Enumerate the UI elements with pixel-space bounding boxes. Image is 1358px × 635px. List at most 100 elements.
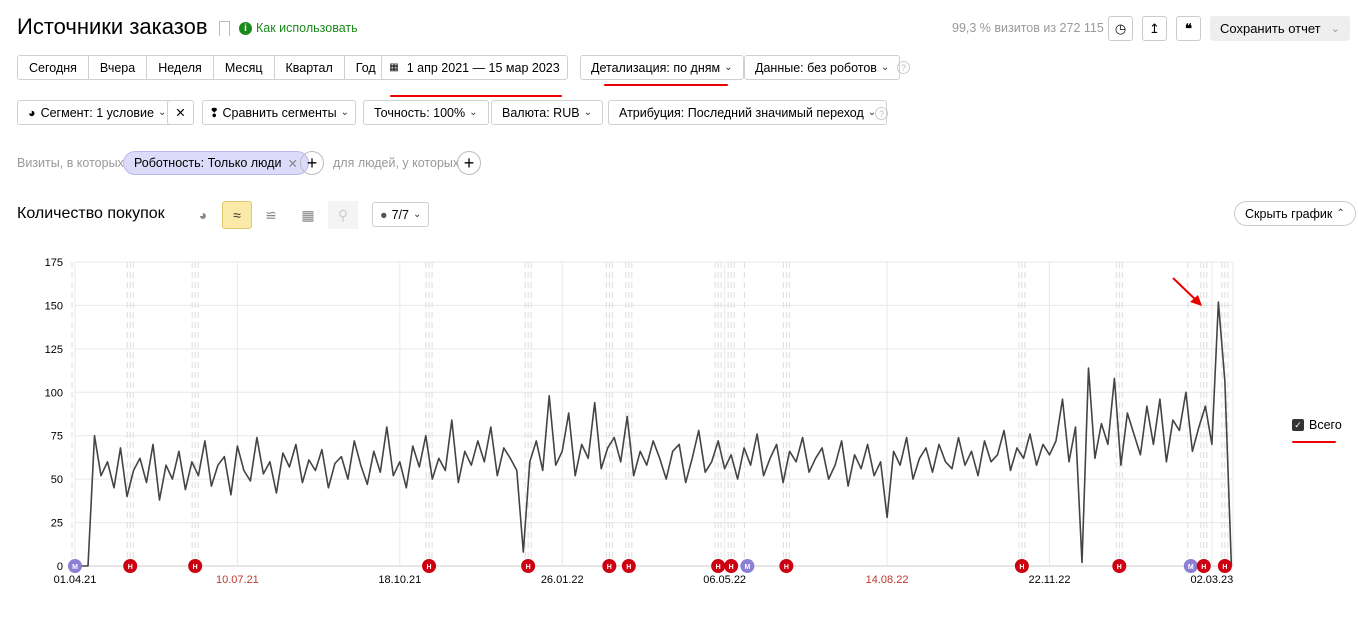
annotation-arrow xyxy=(1172,277,1202,306)
y-tick-label: 150 xyxy=(45,300,63,312)
data-label: Данные: без роботов xyxy=(755,60,877,75)
x-tick-label: 01.04.21 xyxy=(54,574,97,586)
people-condition-label: для людей, у которых xyxy=(333,156,460,170)
compare-label: Сравнить сегменты xyxy=(222,105,337,120)
checkbox-icon[interactable]: ✓ xyxy=(1292,419,1304,431)
line-chart-icon[interactable]: ≈ xyxy=(222,201,252,229)
event-marker-label: Н xyxy=(1201,564,1206,571)
notes-dropdown[interactable]: ● 7/7 ⌄ xyxy=(372,202,430,227)
bookmark-icon[interactable] xyxy=(219,21,230,36)
pie-chart-icon[interactable]: ◕ xyxy=(188,201,218,229)
chevron-up-icon: ⌃ xyxy=(1336,208,1345,219)
x-tick-label: 22.11.22 xyxy=(1028,574,1070,586)
how-to-link[interactable]: i Как использовать xyxy=(239,21,358,35)
legend-item-total[interactable]: ✓ Всего xyxy=(1292,418,1342,432)
visits-condition-label: Визиты, в которых xyxy=(17,156,124,170)
annotation-underline xyxy=(390,95,562,97)
bar-chart-icon[interactable]: ▦ xyxy=(293,201,323,229)
history-button[interactable]: ◷ xyxy=(1108,16,1133,41)
close-icon[interactable]: ✕ xyxy=(287,156,297,171)
event-marker-label: Н xyxy=(607,564,612,571)
event-marker-label: Н xyxy=(784,564,789,571)
period-week[interactable]: Неделя xyxy=(147,56,214,79)
add-people-condition-button[interactable]: + xyxy=(457,151,481,175)
calendar-icon: ▦ xyxy=(389,62,399,73)
accuracy-dropdown[interactable]: Точность: 100% ⌄ xyxy=(363,100,489,125)
legend-label: Всего xyxy=(1309,418,1342,432)
period-month[interactable]: Месяц xyxy=(214,56,275,79)
chip-label: Роботность: Только люди xyxy=(134,156,282,170)
x-tick-label: 18.10.21 xyxy=(378,574,421,586)
data-dropdown[interactable]: Данные: без роботов ⌄ xyxy=(744,55,901,80)
chevron-down-icon: ⌄ xyxy=(469,107,478,118)
x-tick-label: 26.01.22 xyxy=(541,574,584,586)
period-selector: Сегодня Вчера Неделя Месяц Квартал Год xyxy=(17,55,388,80)
how-to-label: Как использовать xyxy=(256,21,358,35)
chevron-down-icon: ⌄ xyxy=(412,209,422,220)
share-button[interactable]: ❝ xyxy=(1176,16,1201,41)
detail-label: Детализация: по дням xyxy=(591,60,721,75)
save-label: Сохранить отчет xyxy=(1220,21,1321,36)
event-marker-label: М xyxy=(72,564,78,571)
event-marker-label: Н xyxy=(427,564,432,571)
area-chart-icon[interactable]: ≌ xyxy=(256,201,286,229)
x-tick-label: 06.05.22 xyxy=(703,574,746,586)
event-marker-label: Н xyxy=(193,564,198,571)
line-chart: 0 25 50 75 100 125 150 175 01.04.21 10.07.21 18.10… xyxy=(45,257,1234,586)
event-marker-label: Н xyxy=(626,564,631,571)
comment-icon: ● xyxy=(380,207,388,222)
save-report-button[interactable]: Сохранить отчет ⌄ xyxy=(1210,16,1350,41)
chevron-down-icon[interactable]: ⌄ xyxy=(1331,22,1340,35)
event-marker-label: Н xyxy=(729,564,734,571)
accuracy-label: Точность: 100% xyxy=(374,105,466,120)
export-button[interactable]: ↥ xyxy=(1142,16,1167,41)
event-marker-label: М xyxy=(1188,564,1194,571)
condition-chip[interactable]: Роботность: Только люди ✕ xyxy=(123,151,309,175)
period-today[interactable]: Сегодня xyxy=(18,56,89,79)
add-visit-condition-button[interactable]: + xyxy=(300,151,324,175)
date-range-label: 1 апр 2021 — 15 мар 2023 xyxy=(406,60,560,75)
chevron-down-icon: ⌄ xyxy=(724,62,733,73)
clear-segment-button[interactable]: ✕ xyxy=(167,100,194,125)
chevron-down-icon: ⌄ xyxy=(583,107,592,118)
drops-icon: ❢ xyxy=(209,106,220,120)
hide-chart-button[interactable]: Скрыть график ⌃ xyxy=(1234,201,1356,226)
detail-dropdown[interactable]: Детализация: по дням ⌄ xyxy=(580,55,744,80)
compare-segments-dropdown[interactable]: ❢ Сравнить сегменты ⌄ xyxy=(202,100,356,125)
visits-info: 99,3 % визитов из 272 115 xyxy=(952,21,1104,35)
event-marker-label: Н xyxy=(1117,564,1122,571)
quote-icon: ❝ xyxy=(1185,20,1192,36)
date-range-button[interactable]: ▦ 1 апр 2021 — 15 мар 2023 xyxy=(381,55,568,80)
help-icon[interactable]: ? xyxy=(897,61,910,74)
event-marker-label: Н xyxy=(716,564,721,571)
event-marker-label: Н xyxy=(128,564,133,571)
event-marker-label: Н xyxy=(1019,564,1024,571)
x-tick-label: 10.07.21 xyxy=(216,574,259,586)
segment-dropdown[interactable]: ◕ Сегмент: 1 условие ⌄ xyxy=(17,100,174,125)
chevron-down-icon: ⌄ xyxy=(880,62,890,73)
chevron-down-icon: ⌄ xyxy=(340,107,349,118)
event-marker-label: Н xyxy=(526,564,531,571)
segment-label: Сегмент: 1 условие xyxy=(40,105,154,120)
help-icon[interactable]: ? xyxy=(875,107,888,120)
x-tick-label: 14.08.22 xyxy=(866,574,909,586)
series-line-total xyxy=(75,301,1233,567)
event-marker-label: Н xyxy=(1222,564,1227,571)
chevron-down-icon: ⌄ xyxy=(157,107,167,118)
y-tick-label: 175 xyxy=(45,257,63,269)
period-yesterday[interactable]: Вчера xyxy=(89,56,148,79)
y-tick-label: 25 xyxy=(51,518,63,530)
attribution-label: Атрибуция: Последний значимый переход xyxy=(619,105,864,120)
map-icon: ⚲ xyxy=(328,201,358,229)
y-tick-label: 0 xyxy=(57,561,63,573)
info-icon: i xyxy=(239,21,252,35)
y-tick-label: 75 xyxy=(51,431,63,443)
currency-dropdown[interactable]: Валюта: RUB ⌄ xyxy=(491,100,603,125)
y-tick-label: 50 xyxy=(51,474,63,486)
annotation-underline xyxy=(1292,441,1336,443)
hide-chart-label: Скрыть график xyxy=(1245,206,1333,221)
period-quarter[interactable]: Квартал xyxy=(275,56,345,79)
page-title: Источники заказов xyxy=(17,14,208,39)
attribution-dropdown[interactable]: Атрибуция: Последний значимый переход ⌄ xyxy=(608,100,888,125)
event-marker-label: М xyxy=(744,564,750,571)
